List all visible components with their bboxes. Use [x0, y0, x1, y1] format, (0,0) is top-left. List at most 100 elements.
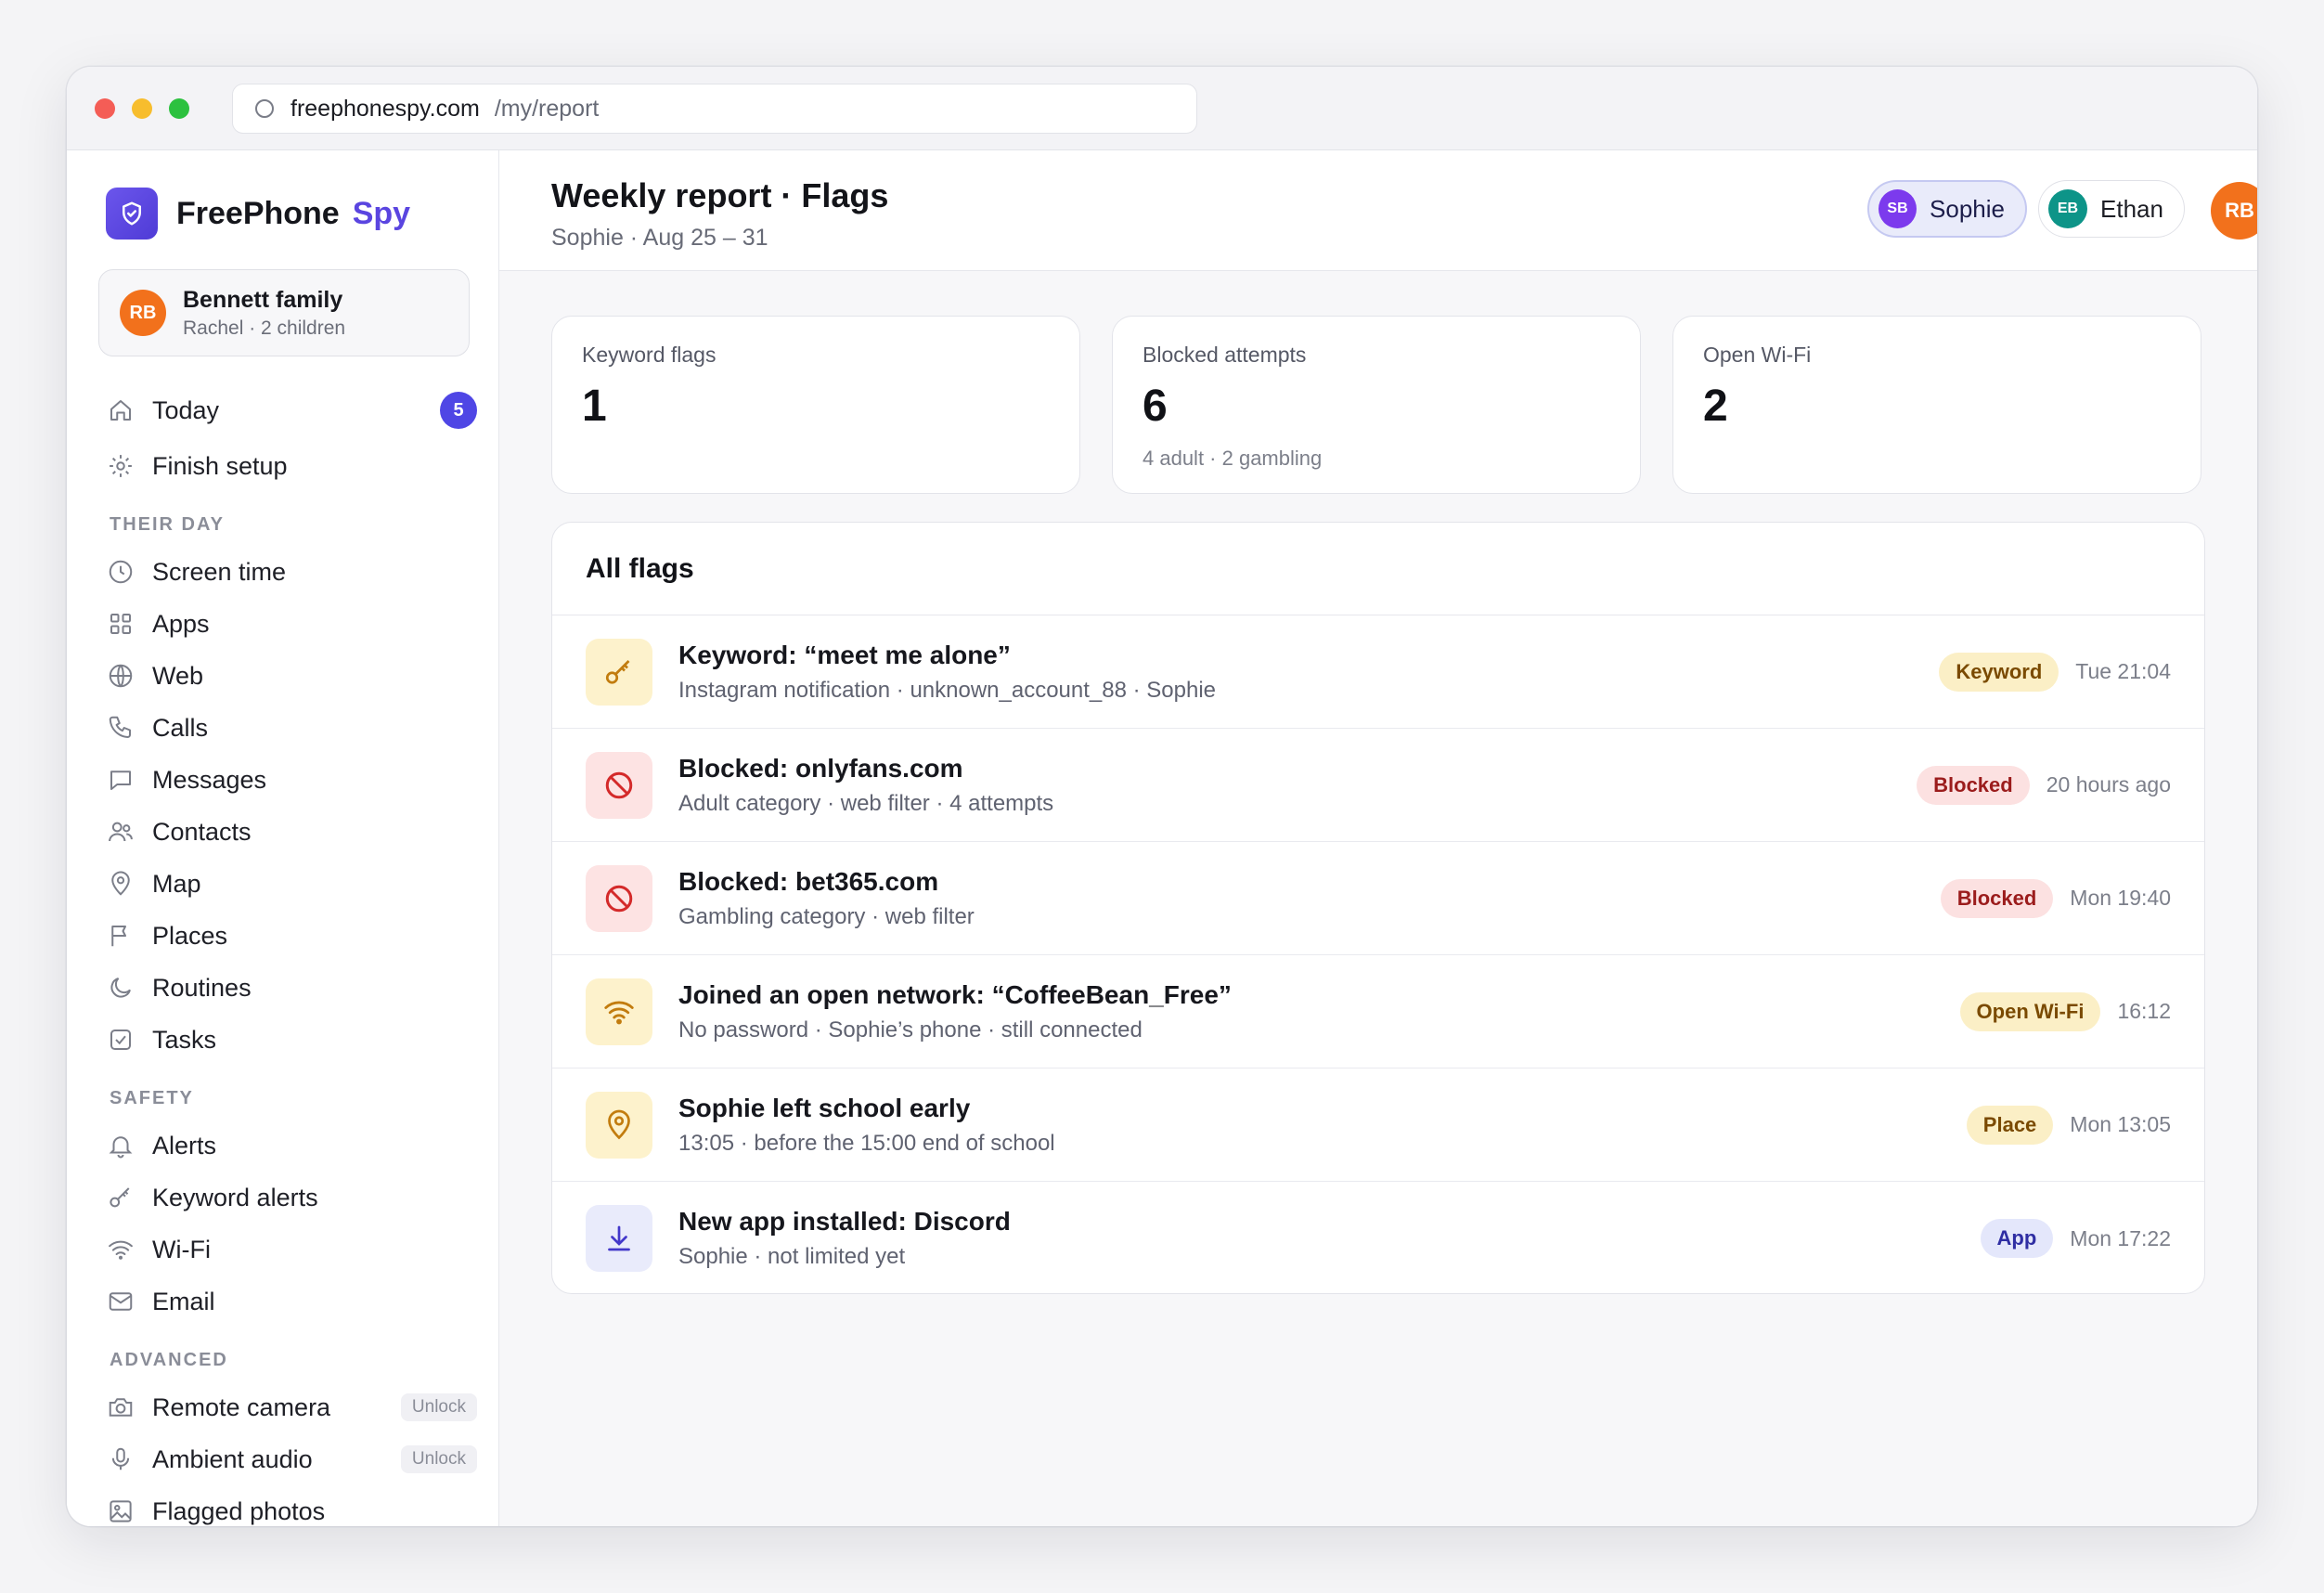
- child-tab-ethan[interactable]: EB Ethan: [2038, 180, 2185, 238]
- stat-value: 1: [582, 382, 607, 431]
- stat-label: Keyword flags: [582, 343, 717, 367]
- today-count-badge: 5: [440, 392, 477, 429]
- flag-time: Mon 19:40: [2070, 886, 2171, 910]
- microphone-icon: [106, 1444, 136, 1474]
- nav-keyword-alerts[interactable]: Keyword alerts: [106, 1177, 477, 1218]
- flag-time: Tue 21:04: [2075, 659, 2171, 683]
- child-name: Sophie: [1930, 194, 2005, 223]
- flag-row[interactable]: Blocked: onlyfans.com Adult category · w…: [552, 729, 2204, 842]
- map-pin-icon: [106, 869, 136, 899]
- flags-title: All flags: [552, 523, 2204, 615]
- nav-label: Alerts: [152, 1131, 217, 1159]
- stat-card-blocked-attempts[interactable]: Blocked attempts 6 4 adult · 2 gambling: [1112, 316, 1641, 494]
- nav-wifi[interactable]: Wi-Fi: [106, 1229, 477, 1270]
- flag-tag: Open Wi-Fi: [1959, 991, 2101, 1031]
- nav-label: Email: [152, 1287, 215, 1315]
- flag-title: Keyword: “meet me alone”: [678, 640, 1011, 669]
- flag-row[interactable]: Sophie left school early 13:05 · before …: [552, 1068, 2204, 1182]
- child-tab-sophie[interactable]: SB Sophie: [1867, 180, 2027, 238]
- nav-flagged-photos[interactable]: Flagged photos: [106, 1491, 477, 1526]
- key-icon: [586, 638, 652, 706]
- flag-time: 16:12: [2117, 999, 2171, 1023]
- stat-card-open-wifi[interactable]: Open Wi-Fi 2: [1672, 316, 2201, 494]
- family-name: Bennett family: [183, 286, 343, 313]
- nav-email[interactable]: Email: [106, 1281, 477, 1322]
- flag-row[interactable]: Joined an open network: “CoffeeBean_Free…: [552, 955, 2204, 1068]
- blocked-icon: [586, 751, 652, 819]
- brand[interactable]: FreePhone Spy: [106, 188, 410, 240]
- nav-label: Wi-Fi: [152, 1235, 211, 1263]
- unlock-badge[interactable]: Unlock: [400, 1393, 477, 1421]
- nav-tasks[interactable]: Tasks: [106, 1019, 477, 1060]
- gear-icon: [106, 451, 136, 481]
- stat-label: Blocked attempts: [1143, 343, 1307, 367]
- nav-label: Keyword alerts: [152, 1183, 318, 1211]
- globe-icon: [106, 661, 136, 691]
- flag-row[interactable]: Keyword: “meet me alone” Instagram notif…: [552, 615, 2204, 729]
- contacts-icon: [106, 817, 136, 847]
- nav-routines[interactable]: Routines: [106, 967, 477, 1008]
- clock-icon: [106, 557, 136, 587]
- nav-label: Messages: [152, 765, 267, 794]
- nav-calls[interactable]: Calls: [106, 707, 477, 748]
- camera-icon: [106, 1392, 136, 1422]
- nav-today[interactable]: Today 5: [106, 390, 477, 431]
- home-icon: [106, 395, 136, 425]
- wifi-icon: [586, 978, 652, 1045]
- stat-card-keyword-flags[interactable]: Keyword flags 1: [551, 316, 1080, 494]
- nav-apps[interactable]: Apps: [106, 603, 477, 644]
- flag-subtitle: No password · Sophie’s phone · still con…: [678, 1017, 1143, 1043]
- family-subtitle: Rachel · 2 children: [183, 317, 346, 339]
- flag-time: Mon 13:05: [2070, 1112, 2171, 1136]
- address-bar[interactable]: freephonespy.com /my/report: [232, 84, 1197, 134]
- nav-ambient-audio[interactable]: Ambient audio Unlock: [106, 1439, 477, 1480]
- checkbox-icon: [106, 1025, 136, 1055]
- nav-label: Today: [152, 395, 220, 424]
- nav-remote-camera[interactable]: Remote camera Unlock: [106, 1387, 477, 1428]
- page-header: Weekly report · Flags Sophie · Aug 25 – …: [499, 150, 2257, 271]
- user-avatar[interactable]: RB: [2211, 182, 2257, 240]
- child-name: Ethan: [2100, 194, 2163, 223]
- stat-value: 6: [1143, 382, 1168, 431]
- nav-places[interactable]: Places: [106, 915, 477, 956]
- unlock-badge[interactable]: Unlock: [400, 1445, 477, 1473]
- flag-title: Blocked: bet365.com: [678, 866, 939, 896]
- nav-messages[interactable]: Messages: [106, 759, 477, 800]
- nav-screen-time[interactable]: Screen time: [106, 551, 477, 592]
- bell-icon: [106, 1131, 136, 1160]
- brand-accent: Spy: [352, 195, 411, 231]
- location-pin-icon: [586, 1091, 652, 1159]
- flag-row[interactable]: New app installed: Discord Sophie · not …: [552, 1182, 2204, 1293]
- url-domain: freephonespy.com: [290, 95, 480, 122]
- nav-web[interactable]: Web: [106, 655, 477, 696]
- maximize-window-button[interactable]: [169, 98, 189, 119]
- nav-contacts[interactable]: Contacts: [106, 811, 477, 852]
- nav-label: Routines: [152, 973, 252, 1002]
- moon-icon: [106, 973, 136, 1003]
- nav-finish-setup[interactable]: Finish setup: [106, 446, 477, 486]
- browser-window: freephonespy.com /my/report FreePhone Sp…: [67, 67, 2257, 1526]
- section-advanced: ADVANCED: [110, 1350, 228, 1370]
- blocked-icon: [586, 864, 652, 932]
- stat-label: Open Wi-Fi: [1703, 343, 1812, 367]
- nav-label: Remote camera: [152, 1392, 331, 1421]
- family-switcher[interactable]: RB Bennett family Rachel · 2 children: [98, 269, 470, 356]
- flag-title: Joined an open network: “CoffeeBean_Free…: [678, 979, 1232, 1009]
- mail-icon: [106, 1287, 136, 1316]
- flag-subtitle: Adult category · web filter · 4 attempts: [678, 790, 1054, 816]
- nav-label: Apps: [152, 609, 210, 638]
- flag-row[interactable]: Blocked: bet365.com Gambling category · …: [552, 842, 2204, 955]
- flag-tag: Keyword: [1939, 652, 2059, 692]
- minimize-window-button[interactable]: [132, 98, 152, 119]
- phone-icon: [106, 713, 136, 743]
- close-window-button[interactable]: [95, 98, 115, 119]
- flag-tag: Place: [1966, 1105, 2054, 1145]
- nav-alerts[interactable]: Alerts: [106, 1125, 477, 1166]
- flag-title: New app installed: Discord: [678, 1207, 1011, 1236]
- nav-map[interactable]: Map: [106, 863, 477, 904]
- message-icon: [106, 765, 136, 795]
- page-title: Weekly report · Flags: [551, 176, 889, 214]
- site-info-icon[interactable]: [255, 99, 274, 118]
- stat-value: 2: [1703, 382, 1728, 431]
- nav-label: Tasks: [152, 1025, 217, 1054]
